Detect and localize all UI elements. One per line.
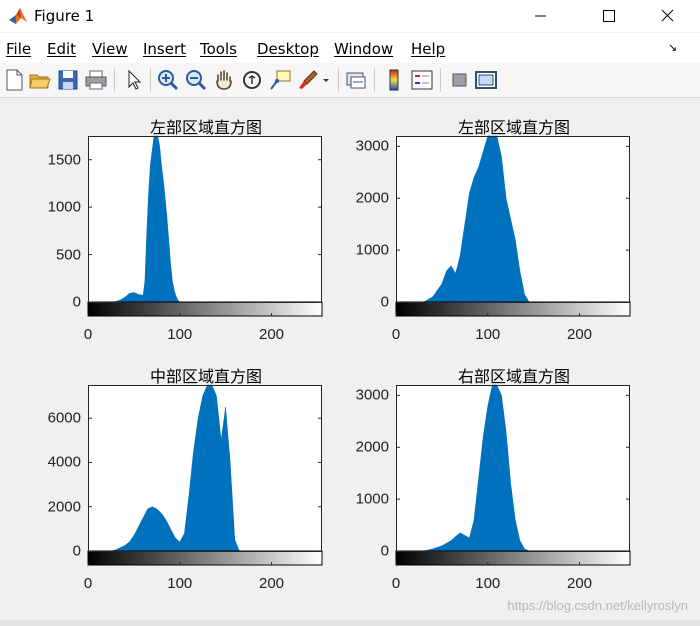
x-tick-label: 200 <box>567 326 593 343</box>
x-tick-label: 0 <box>391 575 401 592</box>
x-tick-label: 100 <box>475 326 501 343</box>
menu-help[interactable]: Help <box>411 40 445 58</box>
maximize-icon <box>603 10 615 22</box>
toolbar-separator <box>150 68 151 92</box>
rotate-3d-icon[interactable] <box>240 68 264 92</box>
toolbar-separator <box>374 68 375 92</box>
y-tick-label: 1000 <box>355 490 389 508</box>
y-tick-label: 6000 <box>47 409 81 427</box>
y-tick-label: 0 <box>380 542 389 560</box>
menu-bar: File Edit View Insert Tools Desktop Wind… <box>0 33 700 63</box>
subplot-title: 右部区域直方图 <box>457 367 571 386</box>
menu-window[interactable]: Window <box>334 40 393 58</box>
y-tick-label: 3000 <box>355 386 389 404</box>
maximize-button[interactable] <box>585 0 631 32</box>
x-tick-label: 0 <box>391 326 401 343</box>
brush-dropdown-icon[interactable] <box>320 68 332 92</box>
y-tick-label: 0 <box>72 293 81 311</box>
y-tick-label: 2000 <box>355 438 389 456</box>
open-file-icon[interactable] <box>28 68 52 92</box>
grayscale-colorbar <box>87 550 323 566</box>
x-tick-label: 100 <box>167 326 193 343</box>
title-bar: Figure 1 <box>0 0 700 32</box>
y-tick-label: 1000 <box>355 241 389 259</box>
subplot-title: 左部区域直方图 <box>457 118 571 137</box>
save-icon[interactable] <box>56 68 80 92</box>
histogram-bottom-right[interactable] <box>395 384 631 566</box>
y-tick-label: 4000 <box>47 453 81 471</box>
print-icon[interactable] <box>84 68 108 92</box>
y-tick-label: 0 <box>72 542 81 560</box>
brush-icon[interactable] <box>296 68 320 92</box>
toolbar-separator <box>440 68 441 92</box>
y-tick-label: 3000 <box>355 137 389 155</box>
subplot-title: 中部区域直方图 <box>149 367 263 386</box>
x-tick-label: 0 <box>83 575 93 592</box>
y-tick-label: 1000 <box>47 198 81 216</box>
minimize-icon <box>535 15 546 17</box>
x-tick-label: 200 <box>567 575 593 592</box>
x-tick-label: 200 <box>259 575 285 592</box>
show-plot-tools-icon[interactable] <box>474 68 498 92</box>
histogram-top-right[interactable] <box>395 135 631 317</box>
menu-view[interactable]: View <box>92 40 128 58</box>
grayscale-colorbar <box>395 301 631 317</box>
data-cursor-icon[interactable] <box>268 68 292 92</box>
y-tick-label: 1500 <box>47 151 81 169</box>
zoom-in-icon[interactable] <box>156 68 180 92</box>
window-title: Figure 1 <box>34 7 95 25</box>
x-tick-label: 0 <box>83 326 93 343</box>
x-tick-label: 100 <box>167 575 193 592</box>
matlab-logo-icon <box>9 8 27 24</box>
hide-plot-tools-icon[interactable] <box>448 68 472 92</box>
y-tick-label: 2000 <box>355 189 389 207</box>
link-plot-icon[interactable] <box>344 68 368 92</box>
toolbar-separator <box>114 68 115 92</box>
insert-legend-icon[interactable] <box>410 68 434 92</box>
close-icon <box>661 9 674 22</box>
new-figure-icon[interactable] <box>2 68 26 92</box>
grayscale-colorbar <box>395 550 631 566</box>
x-tick-label: 100 <box>475 575 501 592</box>
menu-edit[interactable]: Edit <box>47 40 76 58</box>
x-tick-label: 200 <box>259 326 285 343</box>
select-arrow-icon[interactable] <box>122 68 146 92</box>
menu-insert[interactable]: Insert <box>143 40 186 58</box>
grayscale-colorbar <box>87 301 323 317</box>
dock-arrow-icon[interactable]: ↘ <box>668 41 677 54</box>
toolbar-separator <box>338 68 339 92</box>
menu-desktop[interactable]: Desktop <box>257 40 319 58</box>
menu-tools[interactable]: Tools <box>200 40 237 58</box>
bottom-strip <box>0 620 700 626</box>
subplot-title: 左部区域直方图 <box>149 118 263 137</box>
watermark-text: https://blog.csdn.net/kellyroslyn <box>507 598 688 613</box>
toolbar <box>0 63 700 98</box>
insert-colorbar-icon[interactable] <box>382 68 406 92</box>
y-tick-label: 0 <box>380 293 389 311</box>
menu-file[interactable]: File <box>6 40 31 58</box>
minimize-button[interactable] <box>517 0 563 32</box>
zoom-out-icon[interactable] <box>184 68 208 92</box>
histogram-top-left[interactable] <box>87 135 323 317</box>
histogram-bottom-left[interactable] <box>87 384 323 566</box>
close-button[interactable] <box>645 0 691 32</box>
y-tick-label: 2000 <box>47 498 81 516</box>
y-tick-label: 500 <box>55 246 81 264</box>
pan-hand-icon[interactable] <box>212 68 236 92</box>
axes-background <box>88 136 322 302</box>
